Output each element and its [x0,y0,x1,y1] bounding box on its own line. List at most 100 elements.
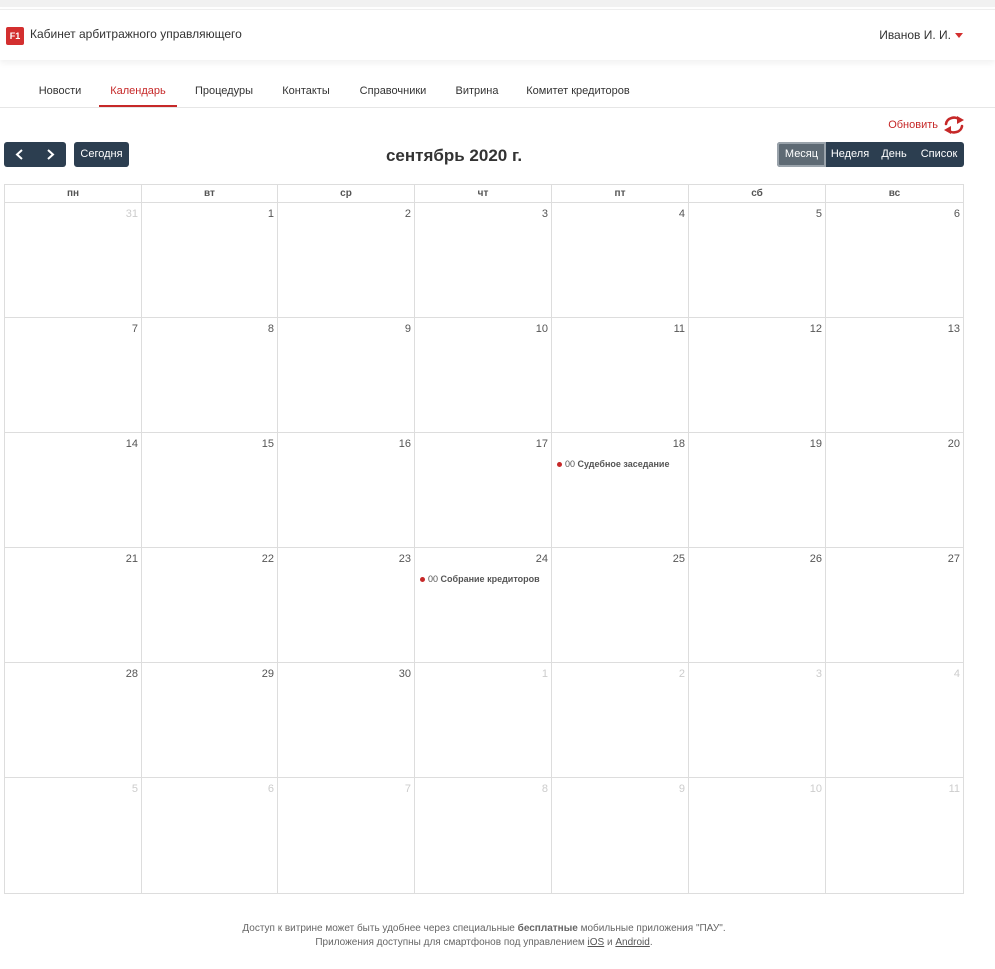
day-number[interactable]: 27 [948,553,960,565]
day-cell[interactable]: 2 [552,663,689,778]
day-cell[interactable]: 6 [826,203,963,318]
user-menu[interactable]: Иванов И. И. [879,28,951,42]
day-cell[interactable]: 18 00 Судебное заседание [552,433,689,548]
day-number[interactable]: 31 [126,208,138,220]
day-number[interactable]: 11 [674,323,685,335]
day-number[interactable]: 4 [954,668,960,680]
app-logo-icon[interactable]: F1 [6,27,24,45]
day-cell[interactable]: 15 [142,433,278,548]
view-day-button[interactable]: День [874,142,914,167]
day-number[interactable]: 9 [405,323,411,335]
app-title[interactable]: Кабинет арбитражного управляющего [30,27,242,41]
day-number[interactable]: 8 [268,323,274,335]
day-number[interactable]: 2 [405,208,411,220]
day-number[interactable]: 3 [542,208,548,220]
tab-news[interactable]: Новости [29,76,91,107]
day-cell[interactable]: 16 [278,433,415,548]
day-number[interactable]: 15 [262,438,274,450]
day-cell[interactable]: 31 [5,203,142,318]
day-cell[interactable]: 21 [5,548,142,663]
day-cell[interactable]: 3 [689,663,826,778]
day-cell[interactable]: 27 [826,548,963,663]
day-number[interactable]: 25 [673,553,685,565]
day-cell[interactable]: 9 [552,778,689,893]
day-cell[interactable]: 30 [278,663,415,778]
day-number[interactable]: 6 [268,783,274,795]
day-cell[interactable]: 10 [689,778,826,893]
day-number[interactable]: 30 [399,668,411,680]
calendar-event[interactable]: 00 Судебное заседание [557,459,669,469]
day-number[interactable]: 28 [126,668,138,680]
chevron-down-icon[interactable] [955,33,963,38]
day-cell[interactable]: 11 [552,318,689,433]
day-cell[interactable]: 28 [5,663,142,778]
day-number[interactable]: 24 [536,553,548,565]
day-cell[interactable]: 1 [142,203,278,318]
day-cell[interactable]: 6 [142,778,278,893]
day-number[interactable]: 8 [542,783,548,795]
day-number[interactable]: 17 [536,438,548,450]
day-number[interactable]: 19 [810,438,822,450]
ios-link[interactable]: iOS [588,937,605,948]
view-list-button[interactable]: Список [914,142,964,167]
day-number[interactable]: 22 [262,553,274,565]
day-cell[interactable]: 4 [826,663,963,778]
day-cell[interactable]: 10 [415,318,552,433]
day-number[interactable]: 11 [949,783,960,795]
day-number[interactable]: 10 [810,783,822,795]
day-cell[interactable]: 25 [552,548,689,663]
day-number[interactable]: 7 [405,783,411,795]
day-cell[interactable]: 8 [142,318,278,433]
day-cell[interactable]: 8 [415,778,552,893]
day-cell[interactable]: 19 [689,433,826,548]
tab-calendar[interactable]: Календарь [99,76,177,107]
day-number[interactable]: 5 [816,208,822,220]
day-cell[interactable]: 24 00 Собрание кредиторов [415,548,552,663]
day-cell[interactable]: 4 [552,203,689,318]
day-number[interactable]: 3 [816,668,822,680]
tab-contacts[interactable]: Контакты [274,76,338,107]
day-number[interactable]: 21 [126,553,138,565]
day-number[interactable]: 18 [673,438,685,450]
day-cell[interactable]: 29 [142,663,278,778]
tab-showcase[interactable]: Витрина [446,76,508,107]
refresh-link[interactable]: Обновить [888,119,938,131]
day-number[interactable]: 1 [268,208,274,220]
tab-creditors-committee[interactable]: Комитет кредиторов [518,76,638,107]
view-week-button[interactable]: Неделя [826,142,874,167]
view-month-button[interactable]: Месяц [777,142,826,167]
day-cell[interactable]: 7 [5,318,142,433]
day-number[interactable]: 5 [132,783,138,795]
day-number[interactable]: 6 [954,208,960,220]
day-number[interactable]: 10 [536,323,548,335]
day-number[interactable]: 7 [132,323,138,335]
day-cell[interactable]: 20 [826,433,963,548]
refresh-icon[interactable] [942,114,966,136]
day-cell[interactable]: 26 [689,548,826,663]
day-number[interactable]: 1 [542,668,548,680]
day-number[interactable]: 16 [399,438,411,450]
day-cell[interactable]: 2 [278,203,415,318]
day-number[interactable]: 2 [679,668,685,680]
day-cell[interactable]: 13 [826,318,963,433]
day-number[interactable]: 20 [948,438,960,450]
day-cell[interactable]: 3 [415,203,552,318]
day-cell[interactable]: 23 [278,548,415,663]
day-cell[interactable]: 5 [5,778,142,893]
day-cell[interactable]: 17 [415,433,552,548]
calendar-event[interactable]: 00 Собрание кредиторов [420,574,540,584]
day-number[interactable]: 29 [262,668,274,680]
day-number[interactable]: 14 [126,438,138,450]
tab-procedures[interactable]: Процедуры [186,76,262,107]
day-cell[interactable]: 22 [142,548,278,663]
day-number[interactable]: 9 [679,783,685,795]
day-cell[interactable]: 12 [689,318,826,433]
day-cell[interactable]: 7 [278,778,415,893]
day-number[interactable]: 23 [399,553,411,565]
day-cell[interactable]: 9 [278,318,415,433]
day-number[interactable]: 26 [810,553,822,565]
day-cell[interactable]: 1 [415,663,552,778]
tab-references[interactable]: Справочники [350,76,436,107]
android-link[interactable]: Android [615,937,649,948]
day-number[interactable]: 13 [948,323,960,335]
